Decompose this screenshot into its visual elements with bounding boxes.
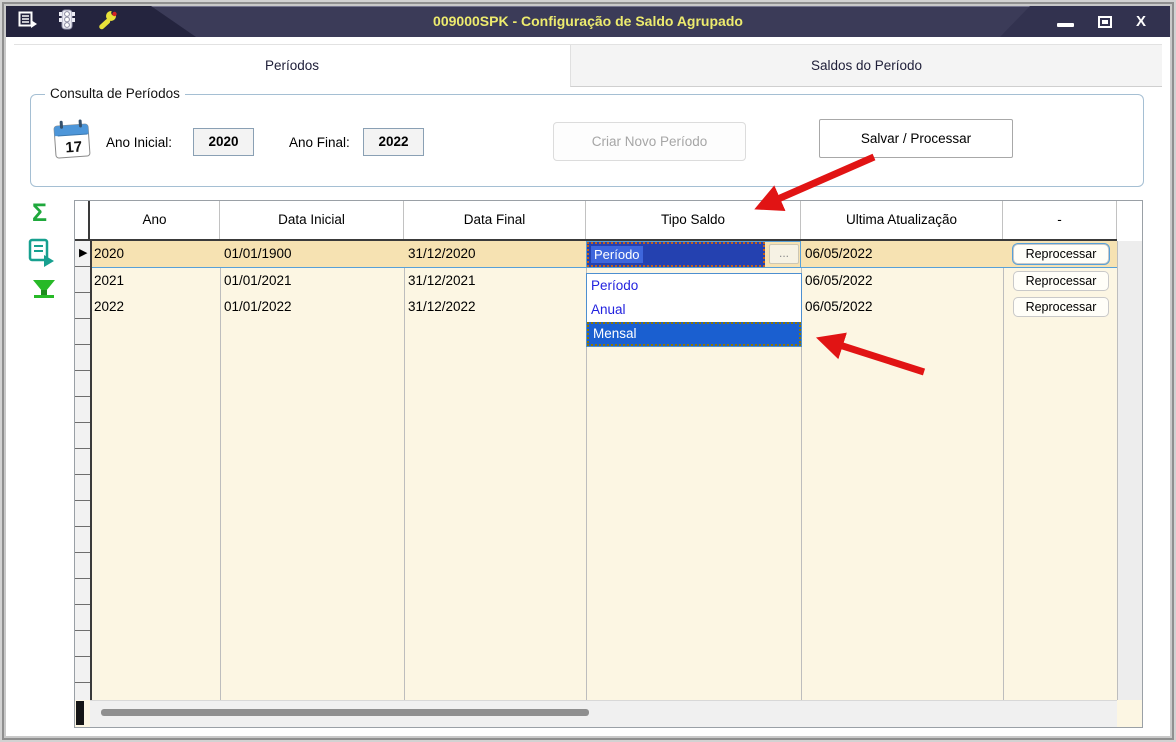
editor-ellipsis-button[interactable]: ... bbox=[769, 244, 799, 264]
application-window: 009000SPK - Configuração de Saldo Agrupa… bbox=[0, 0, 1176, 742]
minimize-button[interactable] bbox=[1056, 22, 1074, 27]
calendar-day: 17 bbox=[65, 138, 83, 156]
window-title: 009000SPK - Configuração de Saldo Agrupa… bbox=[433, 13, 743, 29]
grid-header-filler bbox=[1117, 201, 1142, 241]
tipo-saldo-dropdown: Período Anual Mensal bbox=[586, 273, 802, 347]
close-button[interactable]: X bbox=[1136, 6, 1146, 37]
periodos-grid: Ano Data Inicial Data Final Tipo Saldo U… bbox=[74, 200, 1143, 728]
cell-data-final[interactable]: 31/12/2020 bbox=[408, 244, 476, 264]
tab-periodos[interactable]: Períodos bbox=[14, 45, 570, 87]
funnel-icon[interactable] bbox=[30, 278, 58, 305]
cell-data-inicial[interactable]: 01/01/1900 bbox=[224, 244, 292, 264]
cell-ultima-atualizacao[interactable]: 06/05/2022 bbox=[805, 244, 873, 264]
scrollbar-corner bbox=[1117, 700, 1142, 727]
reprocessar-button[interactable]: Reprocessar bbox=[1013, 297, 1109, 317]
cell-ano[interactable]: 2020 bbox=[94, 244, 124, 264]
dropdown-option-periodo[interactable]: Período bbox=[587, 274, 801, 298]
criar-novo-periodo-button[interactable]: Criar Novo Período bbox=[553, 122, 746, 161]
editor-value: Período bbox=[591, 246, 643, 263]
tab-bar: Períodos Saldos do Período bbox=[14, 44, 1162, 87]
groupbox-legend: Consulta de Períodos bbox=[45, 86, 185, 101]
hscroll-left-mark bbox=[76, 701, 84, 725]
dropdown-option-anual[interactable]: Anual bbox=[587, 298, 801, 322]
salvar-processar-button[interactable]: Salvar / Processar bbox=[819, 119, 1013, 158]
tab-saldos-do-periodo[interactable]: Saldos do Período bbox=[570, 45, 1162, 87]
grid-gridline bbox=[90, 241, 92, 700]
reprocessar-button[interactable]: Reprocessar bbox=[1013, 244, 1109, 264]
window-content: Períodos Saldos do Período Consulta de P… bbox=[6, 37, 1170, 736]
dropdown-option-mensal[interactable]: Mensal bbox=[587, 322, 801, 346]
cell-ano[interactable]: 2021 bbox=[94, 271, 124, 291]
sum-sigma-icon[interactable]: Σ bbox=[32, 199, 47, 228]
row-selector-column[interactable] bbox=[75, 241, 90, 700]
cell-ano[interactable]: 2022 bbox=[94, 297, 124, 317]
grid-gridline bbox=[1003, 241, 1004, 700]
titlebar[interactable]: 009000SPK - Configuração de Saldo Agrupa… bbox=[6, 6, 1170, 37]
grid-gridline bbox=[220, 241, 221, 700]
calendar-icon: 17 bbox=[52, 117, 94, 163]
reprocessar-button[interactable]: Reprocessar bbox=[1013, 271, 1109, 291]
tipo-saldo-cell-editor[interactable]: Período ... bbox=[587, 242, 800, 267]
grid-corner-cell bbox=[75, 201, 90, 239]
ano-inicial-label: Ano Inicial: bbox=[106, 135, 173, 150]
cell-data-inicial[interactable]: 01/01/2021 bbox=[224, 271, 292, 291]
column-header-action[interactable]: - bbox=[1003, 201, 1117, 239]
column-header-ultima-atualizacao[interactable]: Ultima Atualização bbox=[801, 201, 1003, 239]
column-header-tipo-saldo[interactable]: Tipo Saldo bbox=[586, 201, 801, 239]
column-header-data-final[interactable]: Data Final bbox=[404, 201, 586, 239]
column-header-data-inicial[interactable]: Data Inicial bbox=[220, 201, 404, 239]
ano-inicial-field[interactable]: 2020 bbox=[193, 128, 254, 156]
grid-header-row: Ano Data Inicial Data Final Tipo Saldo U… bbox=[75, 201, 1117, 241]
cell-data-final[interactable]: 31/12/2021 bbox=[408, 271, 476, 291]
maximize-button[interactable] bbox=[1097, 15, 1112, 28]
cell-data-final[interactable]: 31/12/2022 bbox=[408, 297, 476, 317]
vertical-scrollbar[interactable] bbox=[1118, 241, 1142, 700]
horizontal-scrollbar-thumb[interactable] bbox=[101, 709, 589, 716]
ano-final-field[interactable]: 2022 bbox=[363, 128, 424, 156]
editor-selection-marquee: Período bbox=[587, 242, 765, 267]
cell-ultima-atualizacao[interactable]: 06/05/2022 bbox=[805, 297, 873, 317]
current-row-indicator: ▶ bbox=[79, 247, 88, 259]
export-record-icon[interactable] bbox=[26, 237, 58, 274]
cell-ultima-atualizacao[interactable]: 06/05/2022 bbox=[805, 271, 873, 291]
cell-data-inicial[interactable]: 01/01/2022 bbox=[224, 297, 292, 317]
column-header-ano[interactable]: Ano bbox=[90, 201, 220, 239]
ano-final-label: Ano Final: bbox=[289, 135, 350, 150]
grid-gridline bbox=[404, 241, 405, 700]
